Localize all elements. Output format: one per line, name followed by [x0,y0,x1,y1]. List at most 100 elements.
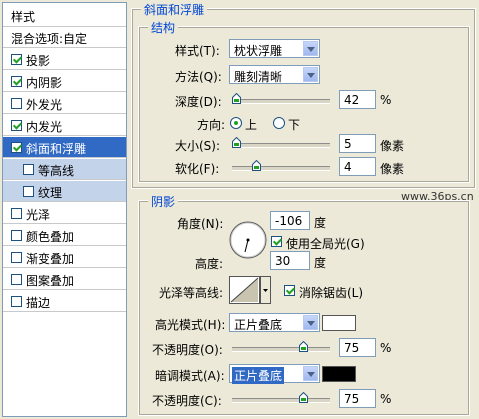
direction-down-radio[interactable] [273,117,285,129]
style-item-label: 描边 [26,296,51,310]
style-item[interactable]: 颜色叠加 [3,225,126,246]
style-item-label: 投影 [26,54,51,68]
altitude-label: 高度: [195,257,224,271]
style-item-label: 内发光 [26,120,63,134]
highlight-opacity-unit: % [380,341,392,355]
technique-select-value: 雕刻清晰 [234,70,283,84]
altitude-input[interactable]: 30 [270,251,310,270]
style-item[interactable]: 描边 [3,291,126,312]
style-item-checkbox[interactable] [11,54,22,65]
style-item-checkbox[interactable] [11,208,22,219]
style-label: 样式(T): [175,44,220,58]
global-light-label: 使用全局光(G) [286,237,365,251]
size-label: 大小(S): [175,139,221,153]
direction-up-radio[interactable] [230,117,242,129]
chevron-down-icon [303,366,318,381]
style-item[interactable]: 斜面和浮雕 [3,137,126,158]
shadow-opacity-unit: % [380,392,392,406]
style-item-label: 纹理 [38,186,63,200]
style-item[interactable]: 纹理 [3,181,126,202]
style-select-value: 枕状浮雕 [234,44,283,58]
style-item-checkbox[interactable] [11,252,22,263]
shadow-opacity-slider-track[interactable] [232,398,330,403]
gloss-contour-picker[interactable] [229,276,271,304]
style-item[interactable]: 等高线 [3,159,126,180]
depth-input[interactable]: 42 [339,90,376,109]
style-item-label: 颜色叠加 [26,230,75,244]
shadow-opacity-slider-thumb[interactable] [298,392,308,403]
shading-title: 阴影 [148,193,179,210]
soften-label: 软化(F): [175,162,220,176]
altitude-unit: 度 [314,256,327,270]
structure-title: 结构 [148,19,179,36]
depth-label: 深度(D): [175,95,222,109]
style-item-checkbox[interactable] [11,98,22,109]
shadow-opacity-input[interactable]: 75 [339,389,376,408]
style-item[interactable]: 渐变叠加 [3,247,126,268]
highlight-opacity-slider-thumb[interactable] [298,341,308,352]
shadow-mode-label: 暗调模式(A): [155,369,225,383]
gloss-contour-label: 光泽等高线: [159,286,224,300]
style-item-label: 内阴影 [26,76,63,90]
shadow-color-swatch[interactable] [322,366,356,382]
highlight-mode-label: 高光模式(H): [155,318,226,332]
style-item-checkbox[interactable] [11,274,22,285]
shadow-mode-value: 正片叠底 [232,367,285,384]
style-item-checkbox[interactable] [11,120,22,131]
style-item-label: 光泽 [26,208,51,222]
styles-header[interactable]: 样式 [3,3,126,27]
shadow-mode-select[interactable]: 正片叠底 [229,364,320,384]
style-item-checkbox[interactable] [23,186,34,197]
style-item-label: 外发光 [26,98,63,112]
global-light-checkbox[interactable] [271,236,282,247]
angle-input[interactable]: -106 [270,211,310,230]
highlight-mode-value: 正片叠底 [234,318,283,332]
style-item[interactable]: 外发光 [3,93,126,114]
style-item[interactable]: 内阴影 [3,71,126,92]
style-item[interactable]: 光泽 [3,203,126,224]
style-item-checkbox[interactable] [23,164,34,175]
style-item[interactable]: 图案叠加 [3,269,126,290]
highlight-color-swatch[interactable] [322,315,356,331]
depth-unit: % [380,93,392,107]
style-item-checkbox[interactable] [11,230,22,241]
soften-slider-track[interactable] [232,166,330,171]
angle-dial[interactable] [229,221,267,259]
depth-slider-track[interactable] [232,99,330,104]
style-item[interactable]: 混合选项:自定 [3,27,126,48]
shadow-opacity-label: 不透明度(C): [152,394,222,408]
anti-alias-label: 消除锯齿(L) [299,286,364,300]
style-item-label: 渐变叠加 [26,252,75,266]
angle-unit: 度 [314,216,327,230]
depth-slider-thumb[interactable] [232,93,241,104]
style-item-checkbox[interactable] [11,76,22,87]
size-slider-thumb[interactable] [232,137,241,148]
style-item-label: 混合选项:自定 [11,32,88,46]
styles-list-panel: 样式 混合选项:自定投影内阴影外发光内发光斜面和浮雕等高线纹理光泽颜色叠加渐变叠… [2,2,127,417]
highlight-opacity-slider-track[interactable] [232,347,330,352]
direction-up-label: 上 [245,118,258,132]
soften-slider-thumb[interactable] [252,160,261,171]
highlight-opacity-input[interactable]: 75 [339,338,376,357]
style-item-checkbox[interactable] [11,296,22,307]
technique-select[interactable]: 雕刻清晰 [229,65,320,84]
soften-input[interactable]: 4 [339,157,376,176]
style-item-label: 图案叠加 [26,274,75,288]
size-input[interactable]: 5 [339,134,376,153]
style-select[interactable]: 枕状浮雕 [229,39,320,58]
anti-alias-checkbox[interactable] [284,285,295,296]
style-item[interactable]: 内发光 [3,115,126,136]
chevron-down-icon [303,315,318,330]
style-item[interactable]: 投影 [3,49,126,70]
chevron-down-icon [303,41,318,56]
chevron-down-icon [303,67,318,82]
direction-down-label: 下 [288,118,301,132]
style-item-label: 等高线 [38,164,75,178]
size-slider-track[interactable] [232,143,330,148]
style-item-label: 斜面和浮雕 [26,142,87,156]
technique-label: 方法(Q): [175,70,222,84]
highlight-mode-select[interactable]: 正片叠底 [229,313,320,332]
style-item-checkbox[interactable] [11,142,22,153]
size-unit: 像素 [380,139,405,153]
bevel-emboss-title: 斜面和浮雕 [141,1,208,18]
